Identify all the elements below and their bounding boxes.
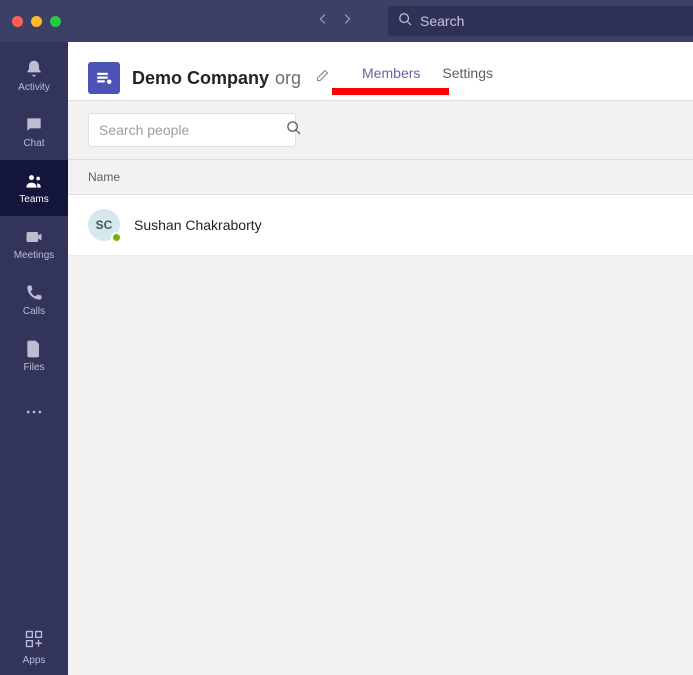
meetings-icon xyxy=(24,227,44,247)
members-toolbar xyxy=(68,101,693,160)
rail-label: Chat xyxy=(23,138,44,149)
people-search[interactable] xyxy=(88,113,296,147)
column-name-header: Name xyxy=(88,170,673,184)
org-logo xyxy=(88,62,120,94)
forward-button[interactable] xyxy=(340,12,354,31)
rail-activity[interactable]: Activity xyxy=(0,48,68,104)
app-rail: Activity Chat Teams Meetings Calls xyxy=(0,42,68,675)
rail-label: Calls xyxy=(23,306,45,317)
back-button[interactable] xyxy=(316,12,330,31)
rail-apps[interactable]: Apps xyxy=(0,619,68,675)
org-tabs: Members Settings xyxy=(362,65,493,91)
member-row[interactable]: SC Sushan Chakraborty xyxy=(68,195,693,256)
chat-icon xyxy=(24,115,44,135)
rail-calls[interactable]: Calls xyxy=(0,272,68,328)
members-list: SC Sushan Chakraborty xyxy=(68,194,693,256)
org-name-light: org xyxy=(275,68,301,89)
org-title: Demo Company org xyxy=(132,68,301,89)
edit-org-button[interactable] xyxy=(315,68,330,88)
rail-chat[interactable]: Chat xyxy=(0,104,68,160)
minimize-window-button[interactable] xyxy=(31,16,42,27)
global-search[interactable] xyxy=(388,6,693,36)
org-name-strong: Demo Company xyxy=(132,68,269,89)
rail-label: Teams xyxy=(19,194,48,205)
close-window-button[interactable] xyxy=(12,16,23,27)
rail-files[interactable]: Files xyxy=(0,328,68,384)
maximize-window-button[interactable] xyxy=(50,16,61,27)
apps-icon xyxy=(24,629,44,652)
avatar: SC xyxy=(88,209,120,241)
rail-more[interactable] xyxy=(0,384,68,440)
people-search-input[interactable] xyxy=(99,122,280,138)
window-controls xyxy=(0,16,61,27)
presence-available-icon xyxy=(111,232,122,243)
rail-label: Files xyxy=(23,362,44,373)
files-icon xyxy=(24,339,44,359)
global-search-input[interactable] xyxy=(420,13,683,29)
avatar-initials: SC xyxy=(96,218,113,232)
rail-teams[interactable]: Teams xyxy=(0,160,68,216)
search-icon xyxy=(286,120,301,140)
rail-meetings[interactable]: Meetings xyxy=(0,216,68,272)
main-content: Demo Company org Members Settings xyxy=(68,42,693,675)
history-nav xyxy=(316,12,354,31)
bell-icon xyxy=(24,59,44,79)
teams-icon xyxy=(24,171,44,191)
rail-label: Apps xyxy=(23,655,46,666)
member-name: Sushan Chakraborty xyxy=(134,217,262,233)
org-header: Demo Company org Members Settings xyxy=(68,42,693,101)
search-icon xyxy=(398,12,412,31)
more-icon xyxy=(24,402,44,422)
members-table-header: Name xyxy=(68,160,693,194)
calls-icon xyxy=(24,283,44,303)
annotation-highlight xyxy=(332,88,449,95)
title-bar xyxy=(0,0,693,42)
rail-label: Meetings xyxy=(14,250,55,261)
tab-settings[interactable]: Settings xyxy=(442,65,493,91)
rail-label: Activity xyxy=(18,82,50,93)
